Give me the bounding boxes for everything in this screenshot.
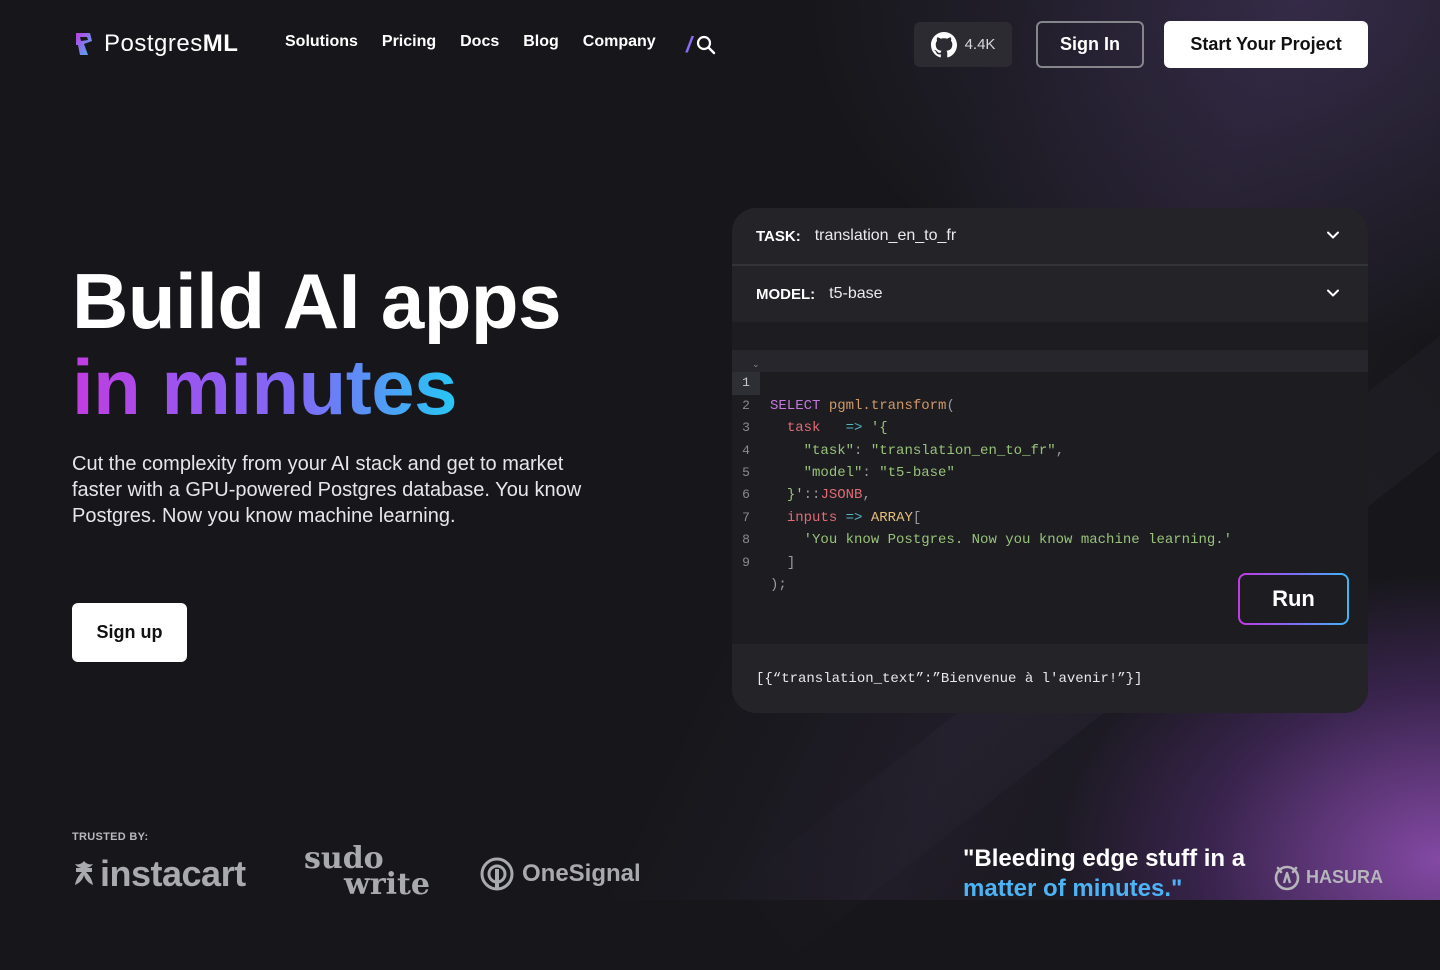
nav-link-company[interactable]: Company	[583, 33, 656, 51]
trusted-by-label: TRUSTED BY:	[72, 831, 149, 843]
code-editor[interactable]: 1 ⌄ SELECT pgml.transform( 2 task => '{ 3…	[732, 350, 1368, 593]
github-star-count: 4.4K	[964, 36, 996, 53]
code-text: );	[770, 574, 787, 596]
hasura-icon	[1274, 865, 1300, 891]
onesignal-logo: OneSignal	[480, 857, 641, 891]
instacart-logo: instacart	[72, 853, 246, 895]
code-line: 7 'You know Postgres. Now you know machi…	[732, 484, 1368, 548]
code-token: ]	[786, 554, 796, 571]
chevron-down-icon	[1327, 289, 1339, 297]
instacart-wordmark: instacart	[100, 853, 246, 894]
task-value: translation_en_to_fr	[814, 227, 957, 244]
hero-subtitle: Cut the complexity from your AI stack an…	[72, 453, 582, 527]
sign-in-button[interactable]: Sign In	[1036, 21, 1144, 68]
chevron-down-icon	[1327, 231, 1339, 239]
code-line: 3 "task": "translation_en_to_fr",	[732, 395, 1368, 458]
hero-title-line1: Build AI apps	[72, 257, 561, 345]
testimonial-quote-line1: "Bleeding edge stuff in a	[963, 845, 1246, 872]
task-select[interactable]: TASK: translation_en_to_fr	[732, 208, 1368, 264]
code-line: 2 task => '{	[732, 372, 1368, 436]
nav-link-pricing[interactable]: Pricing	[382, 33, 436, 51]
sql-demo-panel: TASK: translation_en_to_fr MODEL: t5-bas…	[732, 208, 1368, 713]
nav-links: Solutions Pricing Docs Blog Company	[285, 33, 656, 51]
code-line: 4 "model": "t5-base"	[732, 417, 1368, 481]
nav-link-solutions[interactable]: Solutions	[285, 33, 358, 51]
code-line: 5 }'::JSONB,	[732, 440, 1368, 503]
github-icon	[930, 31, 957, 57]
start-project-button[interactable]: Start Your Project	[1164, 21, 1368, 68]
hasura-logo: HASURA	[1272, 862, 1383, 892]
instacart-carrot-icon	[75, 861, 93, 885]
sudowrite-word2: write	[344, 867, 430, 902]
task-label: TASK:	[756, 227, 801, 245]
sudowrite-logo: sudo write	[304, 844, 430, 902]
hasura-wordmark: HASURA	[1306, 866, 1384, 887]
model-select[interactable]: MODEL: t5-base	[732, 266, 1368, 322]
model-value: t5-base	[829, 285, 883, 302]
result-output: [{“translation_text”:”Bienvenue à l'aven…	[732, 644, 1368, 713]
result-text: [{“translation_text”:”Bienvenue à l'aven…	[756, 670, 1143, 687]
nav-link-blog[interactable]: Blog	[523, 33, 559, 51]
testimonial-quote-line2: matter of minutes."	[963, 875, 1183, 902]
code-token: );	[770, 576, 787, 593]
nav-link-docs[interactable]: Docs	[460, 33, 499, 51]
brand-name-regular: Postgres	[104, 30, 203, 57]
onesignal-icon	[480, 857, 514, 891]
search-shortcut-slash: /	[686, 32, 693, 57]
hero-title-line2: in minutes	[72, 343, 458, 431]
code-line: 8 ]	[732, 507, 1368, 570]
code-line: 9 );	[732, 529, 1368, 593]
run-button[interactable]: Run	[1238, 573, 1349, 625]
code-line: 1 ⌄ SELECT pgml.transform(	[732, 350, 1368, 414]
brand-name-bold: ML	[202, 30, 239, 57]
brand-logo[interactable]: PostgresML	[74, 30, 238, 58]
line-number: 9	[742, 554, 750, 570]
brand-name: PostgresML	[104, 30, 238, 58]
code-line: 6 inputs => ARRAY[	[732, 462, 1368, 525]
top-nav: PostgresML Solutions Pricing Docs Blog C…	[0, 0, 1440, 88]
search-icon	[697, 35, 716, 55]
model-label: MODEL:	[756, 285, 816, 303]
onesignal-wordmark: OneSignal	[522, 860, 641, 887]
postgresml-logo-icon	[76, 33, 92, 55]
sign-up-button[interactable]: Sign up	[72, 603, 187, 662]
search-button[interactable]: /	[686, 32, 716, 58]
github-stars-button[interactable]: 4.4K	[914, 22, 1012, 67]
